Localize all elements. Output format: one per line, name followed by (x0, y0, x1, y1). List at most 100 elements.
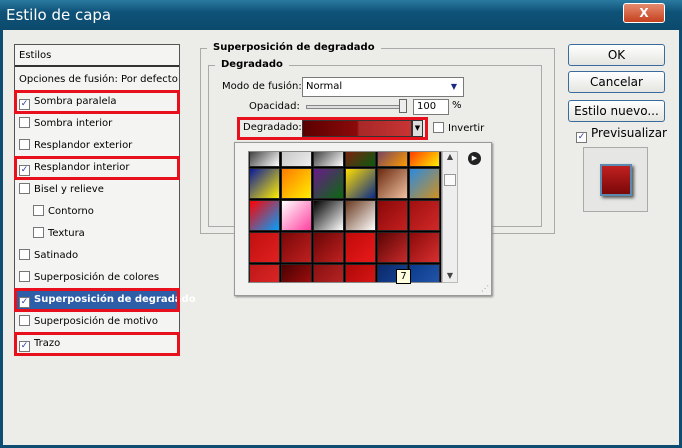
gradient-subtitle: Degradado (215, 59, 289, 70)
style-checkbox[interactable] (19, 249, 30, 260)
gradient-swatch[interactable] (409, 200, 440, 231)
style-item[interactable]: Superposición de motivo (15, 311, 179, 333)
gradient-swatch[interactable] (377, 152, 408, 167)
style-item-label: Sombra paralela (34, 96, 117, 107)
style-checkbox[interactable]: ✓ (19, 341, 30, 352)
ok-button[interactable]: OK (568, 44, 665, 66)
style-item-label: Superposición de colores (34, 272, 160, 283)
gradient-swatch[interactable] (249, 200, 280, 231)
gradient-dropdown-chevron-icon[interactable]: ▼ (412, 120, 423, 137)
style-checkbox[interactable] (19, 183, 30, 194)
invert-checkbox[interactable]: Invertir (433, 122, 484, 134)
gradient-swatch[interactable] (345, 168, 376, 199)
style-item[interactable]: Resplandor exterior (15, 135, 179, 157)
style-item[interactable]: ✓ Trazo (14, 332, 180, 356)
gradient-swatch[interactable] (313, 264, 344, 282)
style-checkbox[interactable]: ✓ (19, 165, 30, 176)
blend-mode-select[interactable]: Normal ▼ (302, 77, 464, 97)
gradient-swatch[interactable] (345, 264, 376, 282)
gradient-swatch[interactable] (409, 152, 440, 167)
gradient-swatch[interactable] (377, 200, 408, 231)
style-item-label: Satinado (34, 250, 79, 261)
style-checkbox[interactable] (33, 205, 44, 216)
gradient-swatch[interactable] (249, 232, 280, 263)
preview-swatch (600, 164, 632, 196)
blend-mode-label: Modo de fusión: (222, 81, 302, 92)
gradient-swatch[interactable] (281, 200, 312, 231)
invert-checkbox-box[interactable] (433, 122, 444, 133)
style-item[interactable]: Bisel y relieve (15, 179, 179, 201)
scroll-down-icon[interactable]: ▼ (443, 271, 457, 280)
scrollbar-thumb[interactable] (444, 174, 456, 186)
style-preview (583, 147, 648, 212)
resize-grip-icon[interactable]: ⋰ (481, 284, 489, 293)
style-checkbox[interactable] (19, 271, 30, 282)
opacity-input[interactable]: 100 (413, 99, 449, 115)
gradient-swatch[interactable] (377, 232, 408, 263)
gradient-swatch[interactable] (409, 264, 440, 282)
gradient-swatch[interactable] (313, 168, 344, 199)
tooltip: 7 (396, 269, 411, 284)
preview-checkbox-box[interactable]: ✓ (576, 132, 587, 143)
style-item-label: Superposición de motivo (34, 316, 158, 327)
gradient-swatch[interactable] (281, 168, 312, 199)
gradient-swatch[interactable] (345, 232, 376, 263)
window-title: Estilo de capa (6, 6, 112, 24)
style-checkbox[interactable] (19, 315, 30, 326)
gradient-swatch[interactable] (377, 168, 408, 199)
style-checkbox[interactable]: ✓ (19, 297, 30, 308)
menu-arrow-icon[interactable]: ▶ (468, 152, 481, 165)
style-item-label: Trazo (34, 338, 61, 349)
style-item-label: Textura (48, 228, 85, 239)
close-button[interactable]: X (623, 3, 665, 23)
style-item[interactable]: ✓ Sombra paralela (14, 90, 180, 114)
style-checkbox[interactable] (19, 139, 30, 150)
scroll-up-icon[interactable]: ▲ (443, 152, 457, 161)
gradient-swatch[interactable] (281, 264, 312, 282)
new-style-button[interactable]: Estilo nuevo... (568, 100, 665, 122)
style-item[interactable]: Satinado (15, 245, 179, 267)
style-item[interactable]: ✓ Superposición de degradado (14, 288, 196, 312)
style-checkbox[interactable] (33, 227, 44, 238)
style-item[interactable]: Superposición de colores (15, 267, 179, 289)
gradient-swatch[interactable] (345, 200, 376, 231)
preview-checkbox[interactable]: ✓ Previsualizar (576, 126, 667, 143)
style-item-label: Resplandor exterior (34, 140, 133, 151)
gradient-swatch[interactable] (281, 232, 312, 263)
style-item[interactable]: Sombra interior (15, 113, 179, 135)
styles-list: Estilos Opciones de fusión: Por defecto ✓… (14, 44, 196, 356)
style-item-label: Bisel y relieve (34, 184, 104, 195)
scrollbar[interactable]: ▲ ▼ (442, 151, 458, 283)
gradient-swatch[interactable] (409, 168, 440, 199)
blend-mode-value: Normal (306, 81, 343, 92)
invert-label: Invertir (448, 123, 485, 134)
panel-title: Superposición de degradado (207, 42, 381, 53)
gradient-swatch[interactable] (345, 152, 376, 167)
style-item-label: Resplandor interior (34, 162, 130, 173)
gradient-label: Degradado: (243, 122, 302, 133)
cancel-button[interactable]: Cancelar (568, 71, 665, 93)
style-item-label: Contorno (48, 206, 94, 217)
opacity-slider[interactable] (306, 105, 406, 109)
style-item[interactable]: ✓ Resplandor interior (14, 156, 180, 180)
title-bar: Estilo de capa X (0, 0, 682, 30)
opacity-unit: % (452, 100, 462, 111)
gradient-swatch[interactable] (249, 152, 280, 167)
gradient-swatch-grid (248, 151, 442, 283)
gradient-swatch[interactable] (249, 264, 280, 282)
style-item-label: Superposición de degradado (34, 294, 196, 305)
gradient-swatch[interactable] (409, 232, 440, 263)
opacity-slider-handle[interactable] (399, 99, 407, 113)
styles-header[interactable]: Estilos (15, 45, 179, 67)
style-checkbox[interactable] (19, 117, 30, 128)
gradient-swatch[interactable] (313, 200, 344, 231)
style-item[interactable]: Contorno (15, 201, 179, 223)
gradient-preview[interactable] (302, 120, 412, 137)
style-item[interactable]: Textura (15, 223, 179, 245)
gradient-swatch[interactable] (313, 152, 344, 167)
gradient-swatch[interactable] (313, 232, 344, 263)
gradient-swatch[interactable] (281, 152, 312, 167)
gradient-swatch[interactable] (249, 168, 280, 199)
style-checkbox[interactable]: ✓ (19, 99, 30, 110)
style-item[interactable]: Opciones de fusión: Por defecto (15, 69, 179, 91)
